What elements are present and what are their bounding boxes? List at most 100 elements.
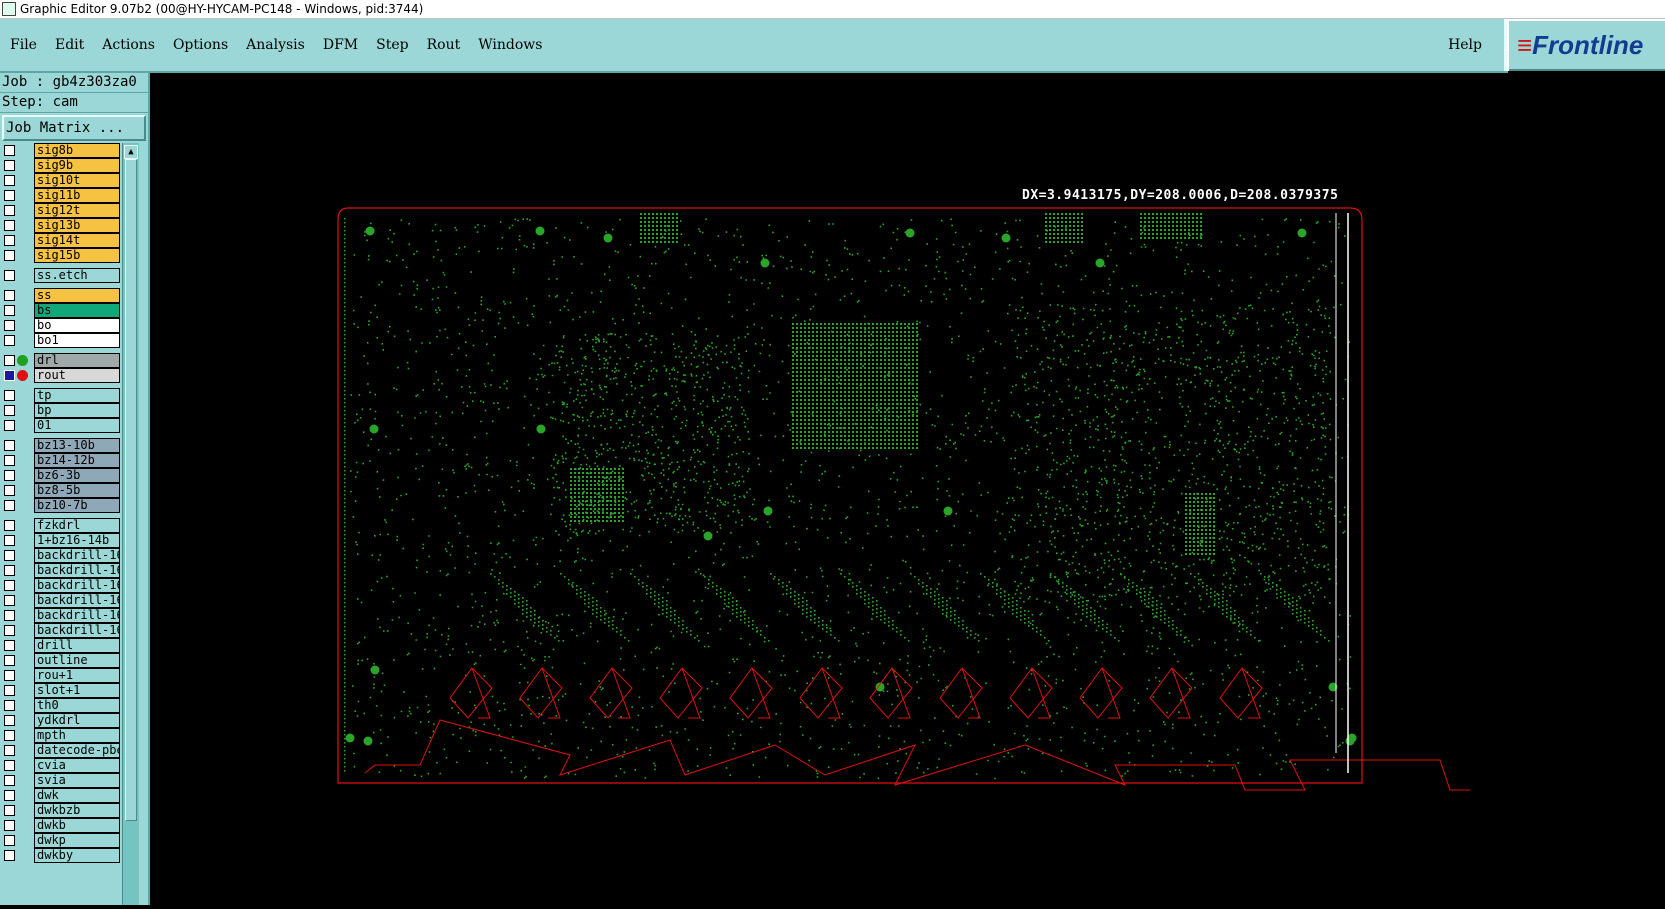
- layer-name[interactable]: bz8-5b: [34, 483, 120, 498]
- layer-row[interactable]: dwkp: [0, 833, 120, 848]
- scroll-up-arrow-icon[interactable]: ▲: [124, 145, 138, 159]
- layer-row[interactable]: cvia: [0, 758, 120, 773]
- menu-file[interactable]: File: [10, 37, 37, 53]
- layer-checkbox[interactable]: [4, 250, 15, 261]
- layer-checkbox[interactable]: [4, 520, 15, 531]
- layer-row[interactable]: bo1: [0, 333, 120, 348]
- layer-row[interactable]: slot+1: [0, 683, 120, 698]
- layer-row[interactable]: bs: [0, 303, 120, 318]
- layer-checkbox[interactable]: [4, 685, 15, 696]
- layer-row[interactable]: tp: [0, 388, 120, 403]
- layer-row[interactable]: sig11b: [0, 188, 120, 203]
- menu-dfm[interactable]: DFM: [323, 37, 358, 53]
- layer-checkbox[interactable]: [4, 190, 15, 201]
- menu-edit[interactable]: Edit: [55, 37, 84, 53]
- layer-name[interactable]: sig12t: [34, 203, 120, 218]
- layer-name[interactable]: 1+bz16-14b: [34, 533, 120, 548]
- layer-row[interactable]: svia: [0, 773, 120, 788]
- layer-checkbox[interactable]: [4, 290, 15, 301]
- layer-row[interactable]: drill: [0, 638, 120, 653]
- menu-rout[interactable]: Rout: [427, 37, 461, 53]
- layer-name[interactable]: sig15b: [34, 248, 120, 263]
- layer-name[interactable]: backdrill-16: [34, 593, 120, 608]
- layer-checkbox[interactable]: [4, 550, 15, 561]
- layer-checkbox[interactable]: [4, 775, 15, 786]
- layer-row[interactable]: bz8-5b: [0, 483, 120, 498]
- layer-name[interactable]: backdrill-16: [34, 578, 120, 593]
- layer-name[interactable]: ss.etch: [34, 268, 120, 283]
- layer-name[interactable]: backdrill-16: [34, 623, 120, 638]
- layer-name[interactable]: rout: [34, 368, 120, 383]
- layer-name[interactable]: drill: [34, 638, 120, 653]
- layer-row[interactable]: sig12t: [0, 203, 120, 218]
- layer-checkbox[interactable]: [4, 320, 15, 331]
- layer-name[interactable]: sig10t: [34, 173, 120, 188]
- layer-checkbox[interactable]: [4, 500, 15, 511]
- layer-row[interactable]: sig14t: [0, 233, 120, 248]
- layer-name[interactable]: ydkdrl: [34, 713, 120, 728]
- layer-checkbox[interactable]: [4, 625, 15, 636]
- layer-checkbox[interactable]: [4, 670, 15, 681]
- layer-row[interactable]: sig10t: [0, 173, 120, 188]
- layer-name[interactable]: sig9b: [34, 158, 120, 173]
- layer-checkbox[interactable]: [4, 220, 15, 231]
- scroll-thumb[interactable]: [125, 159, 137, 821]
- layer-name[interactable]: drl: [34, 353, 120, 368]
- layer-checkbox[interactable]: [4, 405, 15, 416]
- layer-name[interactable]: bo1: [34, 333, 120, 348]
- layer-name[interactable]: bz6-3b: [34, 468, 120, 483]
- layer-row[interactable]: dwkbzb: [0, 803, 120, 818]
- layer-name[interactable]: th0: [34, 698, 120, 713]
- menu-options[interactable]: Options: [173, 37, 228, 53]
- layer-checkbox[interactable]: [4, 640, 15, 651]
- layer-row[interactable]: bz14-12b: [0, 453, 120, 468]
- layer-row[interactable]: backdrill-16: [0, 593, 120, 608]
- layer-name[interactable]: sig14t: [34, 233, 120, 248]
- layer-checkbox[interactable]: [4, 700, 15, 711]
- layer-row[interactable]: dwk: [0, 788, 120, 803]
- layer-name[interactable]: dwkb: [34, 818, 120, 833]
- layer-row[interactable]: ss: [0, 288, 120, 303]
- layer-checkbox[interactable]: [4, 420, 15, 431]
- layer-row[interactable]: sig13b: [0, 218, 120, 233]
- layer-checkbox[interactable]: [4, 305, 15, 316]
- layer-checkbox[interactable]: [4, 835, 15, 846]
- layer-checkbox[interactable]: [4, 580, 15, 591]
- layer-name[interactable]: fzkdrl: [34, 518, 120, 533]
- layer-row[interactable]: ydkdrl: [0, 713, 120, 728]
- layer-name[interactable]: bs: [34, 303, 120, 318]
- menu-step[interactable]: Step: [376, 37, 408, 53]
- layer-name[interactable]: backdrill-16: [34, 548, 120, 563]
- menu-actions[interactable]: Actions: [102, 37, 155, 53]
- graphic-canvas[interactable]: [150, 73, 1665, 905]
- job-matrix-button[interactable]: Job Matrix ...: [2, 115, 146, 141]
- layer-checkbox[interactable]: [4, 595, 15, 606]
- layer-name[interactable]: bp: [34, 403, 120, 418]
- layer-checkbox[interactable]: [4, 390, 15, 401]
- layer-checkbox[interactable]: [4, 270, 15, 281]
- layer-row[interactable]: bz13-10b: [0, 438, 120, 453]
- layer-row[interactable]: backdrill-16: [0, 578, 120, 593]
- layer-row[interactable]: sig15b: [0, 248, 120, 263]
- layer-row[interactable]: sig8b: [0, 143, 120, 158]
- layer-scrollbar[interactable]: ▲: [122, 143, 139, 905]
- layer-row[interactable]: 01: [0, 418, 120, 433]
- layer-name[interactable]: sig11b: [34, 188, 120, 203]
- layer-row[interactable]: 1+bz16-14b: [0, 533, 120, 548]
- layer-name[interactable]: svia: [34, 773, 120, 788]
- layer-name[interactable]: rou+1: [34, 668, 120, 683]
- layer-name[interactable]: datecode-pbe: [34, 743, 120, 758]
- layer-row[interactable]: outline: [0, 653, 120, 668]
- layer-checkbox[interactable]: [4, 145, 15, 156]
- layer-row[interactable]: bz6-3b: [0, 468, 120, 483]
- layer-row[interactable]: datecode-pbe: [0, 743, 120, 758]
- layer-name[interactable]: backdrill-16: [34, 563, 120, 578]
- layer-checkbox[interactable]: [4, 760, 15, 771]
- layer-name[interactable]: dwkby: [34, 848, 120, 863]
- layer-name[interactable]: outline: [34, 653, 120, 668]
- layer-row[interactable]: backdrill-16: [0, 563, 120, 578]
- layer-row[interactable]: bo: [0, 318, 120, 333]
- layer-row[interactable]: fzkdrl: [0, 518, 120, 533]
- layer-checkbox[interactable]: [4, 610, 15, 621]
- layer-checkbox[interactable]: [4, 440, 15, 451]
